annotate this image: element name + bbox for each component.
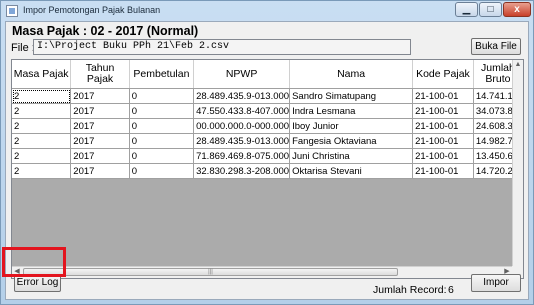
table-cell[interactable]: 2 [12,103,72,119]
table-cell[interactable]: 0 [129,118,195,134]
table-cell[interactable]: Juni Christina [289,148,414,164]
table-row[interactable]: 2 2017 0 47.550.433.8-407.000 Indra Lesmana 2… [12,103,523,119]
highlight-box [2,247,66,277]
table-row[interactable]: 2 2017 0 00.000.000.0-000.000 Iboy Junior 21-… [12,118,523,134]
column-header[interactable]: Tahun Pajak [70,60,130,89]
table-cell[interactable]: 0 [129,133,195,149]
record-count-value: 6 [448,284,454,296]
scroll-thumb[interactable]: ||| [23,268,398,276]
table-row[interactable]: 2 2017 0 32.830.298.3-208.000 Oktarisa Steva… [12,163,523,179]
table-cell[interactable]: 2017 [70,103,130,119]
table-cell[interactable]: 00.000.000.0-000.000 [193,118,291,134]
table-cell[interactable]: 21-100-01 [412,88,474,104]
table-cell[interactable]: 2 [12,133,72,149]
table-cell[interactable]: 0 [129,163,195,179]
table-cell[interactable]: 2017 [70,163,130,179]
table-row[interactable]: 2 2017 0 28.489.435.9-013.000 Sandro Simatup… [12,88,523,104]
table-row[interactable]: 2 2017 0 71.869.469.8-075.000 Juni Christina… [12,148,523,164]
column-header[interactable]: NPWP [193,60,291,89]
maximize-button[interactable]: □ [479,2,502,17]
table-cell[interactable]: 2017 [70,118,130,134]
browse-file-button[interactable]: Buka File [471,38,521,55]
table-cell[interactable]: 2 [12,88,72,104]
dialog-body: Masa Pajak : 02 - 2017 (Normal) File : I… [5,21,529,300]
import-button[interactable]: Impor [471,274,521,292]
file-label: File : [11,42,35,54]
app-window-icon [6,5,18,17]
minimize-button[interactable]: ▁ [455,2,478,17]
column-header[interactable]: Nama [289,60,414,89]
file-path-field[interactable]: I:\Project Buku PPh 21\Feb 2.csv [33,39,411,55]
table-cell[interactable]: 2017 [70,133,130,149]
table-cell[interactable]: 0 [129,88,195,104]
table-cell[interactable]: Fangesia Oktaviana [289,133,414,149]
table-cell[interactable]: Sandro Simatupang [289,88,414,104]
table-cell[interactable]: 21-100-01 [412,148,474,164]
table-cell[interactable]: 0 [129,148,195,164]
table-cell[interactable]: 47.550.433.8-407.000 [193,103,291,119]
table-cell[interactable]: Oktarisa Stevani [289,163,414,179]
grid-table: Masa Pajak Tahun Pajak Pembetulan NPWP Nama K… [12,60,523,179]
table-cell[interactable]: 21-100-01 [412,118,474,134]
column-header[interactable]: Pembetulan [129,60,195,89]
title-bar: Impor Pemotongan Pajak Bulanan ▁ □ x [1,1,533,21]
table-cell[interactable]: 2 [12,148,72,164]
table-cell[interactable]: Indra Lesmana [289,103,414,119]
record-count-label: Jumlah Record: [373,284,447,296]
column-header[interactable]: Masa Pajak [12,60,72,89]
table-cell[interactable]: 2017 [70,148,130,164]
table-cell[interactable]: 2 [12,118,72,134]
table-cell[interactable]: Iboy Junior [289,118,414,134]
vertical-scrollbar[interactable]: ▲ [512,60,523,268]
table-cell[interactable]: 28.489.435.9-013.000 [193,88,291,104]
table-cell[interactable]: 21-100-01 [412,133,474,149]
table-cell[interactable]: 71.869.469.8-075.000 [193,148,291,164]
table-cell[interactable]: 2 [12,163,72,179]
masa-pajak-heading: Masa Pajak : 02 - 2017 (Normal) [12,24,199,38]
table-row[interactable]: 2 2017 0 28.489.435.9-013.000 Fangesia Oktav… [12,133,523,149]
table-cell[interactable]: 0 [129,103,195,119]
arrow-up-icon[interactable]: ▲ [513,60,523,70]
window-title: Impor Pemotongan Pajak Bulanan [23,5,161,15]
table-cell[interactable]: 21-100-01 [412,103,474,119]
table-cell[interactable]: 21-100-01 [412,163,474,179]
horizontal-scrollbar[interactable]: ◀ ||| ▶ [12,266,513,278]
table-cell[interactable]: 32.830.298.3-208.000 [193,163,291,179]
close-button[interactable]: x [503,2,531,17]
table-cell[interactable]: 2017 [70,88,130,104]
import-window: Impor Pemotongan Pajak Bulanan ▁ □ x Mas… [0,0,534,305]
column-header[interactable]: Kode Pajak [412,60,474,89]
table-cell[interactable]: 28.489.435.9-013.000 [193,133,291,149]
data-grid[interactable]: Masa Pajak Tahun Pajak Pembetulan NPWP Nama K… [11,59,524,279]
